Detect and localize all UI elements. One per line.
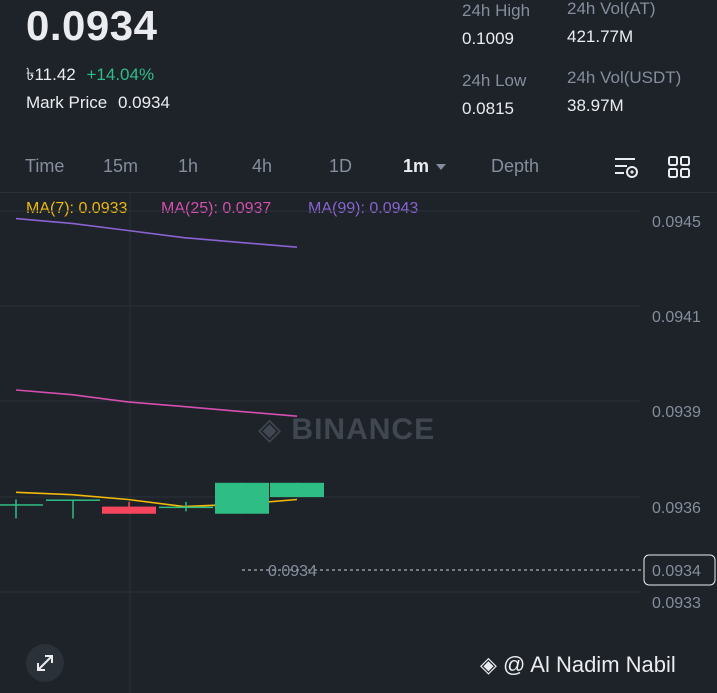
stat-24h-low: 24h Low 0.0815 <box>462 71 526 119</box>
expand-chart-button[interactable] <box>26 644 64 682</box>
mark-price-label: Mark Price <box>26 93 108 112</box>
stat-label: 24h High <box>462 1 531 20</box>
chart-settings-button[interactable] <box>613 155 639 181</box>
price-line-label: 0.0934 <box>268 563 317 580</box>
stat-24h-high: 24h High 0.1009 <box>462 1 530 49</box>
chart-settings-icon <box>615 158 638 178</box>
candle-body <box>0 504 43 506</box>
last-price: 0.0934 <box>26 2 158 49</box>
current-price-tag: 0.0934 0.0934 <box>242 554 716 586</box>
interval-tabs: Time 15m 1h 4h 1D 1m Depth <box>0 150 717 184</box>
candle-body <box>102 506 156 514</box>
axis-tick-label: 0.0941 <box>652 309 701 326</box>
candle-body <box>270 482 324 498</box>
tab-time[interactable]: Time <box>25 156 64 177</box>
ma-lines <box>15 217 298 508</box>
chevron-down-icon <box>436 164 447 171</box>
stat-24h-vol-base: 24h Vol(AT) 421.77M <box>567 0 656 47</box>
mark-price: Mark Price 0.0934 <box>26 93 170 113</box>
tab-1m-label: 1m <box>403 156 430 176</box>
stat-label: 24h Vol(USDT) <box>567 68 682 87</box>
tab-15m[interactable]: 15m <box>103 156 138 177</box>
credit-text: @ Al Nadim Nabil <box>503 652 676 677</box>
price-subline: ৳11.42 +14.04% <box>26 62 154 90</box>
binance-logo-icon: ◈ <box>258 413 283 446</box>
stat-24h-vol-quote: 24h Vol(USDT) 38.97M <box>567 68 681 116</box>
stat-label: 24h Vol(AT) <box>567 0 656 18</box>
grid-layout-button[interactable] <box>667 155 693 181</box>
tab-4h[interactable]: 4h <box>252 156 272 177</box>
author-credit: ◈ @ Al Nadim Nabil <box>480 652 676 678</box>
fiat-price: ৳11.42 <box>26 65 76 84</box>
watermark-text: BINANCE <box>291 413 436 446</box>
binance-watermark: ◈ BINANCE <box>258 412 435 447</box>
stat-value: 0.1009 <box>462 29 514 48</box>
candle-body <box>159 506 213 509</box>
candle-body <box>215 482 269 514</box>
grid-icon <box>668 156 690 178</box>
change-percent: +14.04% <box>86 65 155 84</box>
candle-body <box>46 499 100 501</box>
binance-logo-icon: ◈ <box>480 652 497 677</box>
price-axis: 0.0945 0.0941 0.0939 0.0936 0.0933 <box>652 214 701 612</box>
stat-value: 0.0815 <box>462 99 514 118</box>
axis-tick-label: 0.0939 <box>652 404 701 421</box>
expand-icon <box>37 655 53 671</box>
tab-1h[interactable]: 1h <box>178 156 198 177</box>
tab-1m[interactable]: 1m <box>403 156 447 177</box>
price-tag-label: 0.0934 <box>652 563 701 580</box>
ma25-line <box>15 389 298 417</box>
stat-value: 38.97M <box>567 96 624 115</box>
tab-1d[interactable]: 1D <box>329 156 352 177</box>
tab-depth[interactable]: Depth <box>491 156 539 177</box>
axis-tick-label: 0.0936 <box>652 500 701 517</box>
axis-tick-label: 0.0933 <box>652 595 701 612</box>
ma99-line <box>15 217 298 248</box>
stat-value: 421.77M <box>567 27 634 46</box>
axis-tick-label: 0.0945 <box>652 214 701 231</box>
mark-price-value: 0.0934 <box>117 93 170 112</box>
stat-label: 24h Low <box>462 71 527 90</box>
